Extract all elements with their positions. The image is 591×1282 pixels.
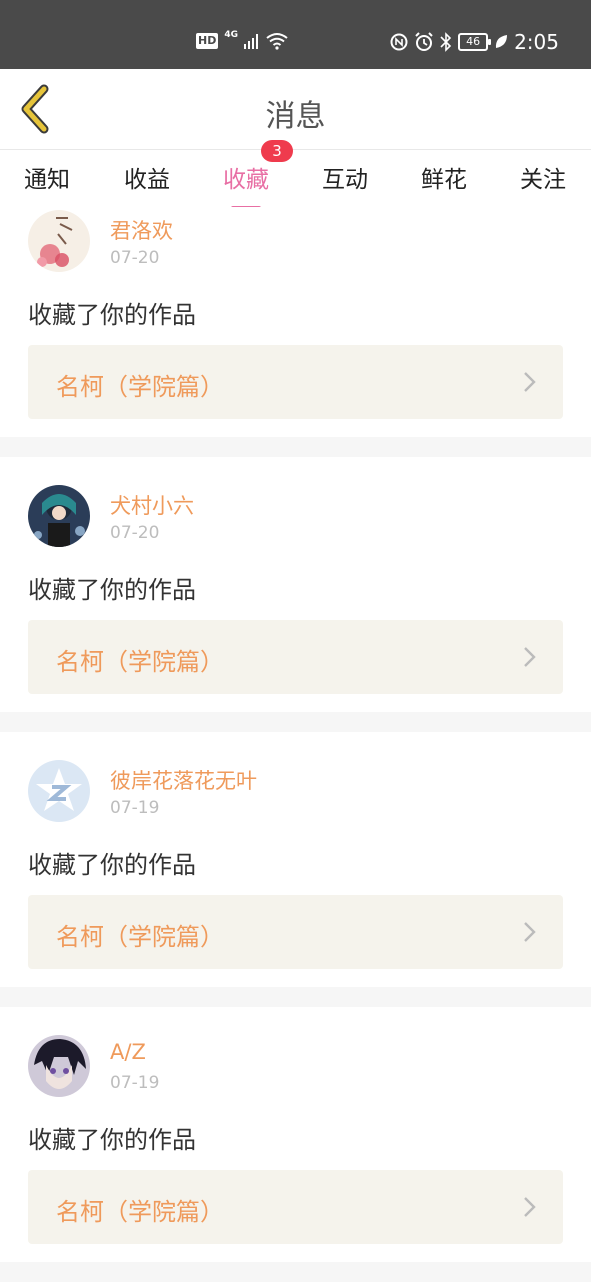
action-text: 收藏了你的作品 <box>28 301 196 329</box>
work-link[interactable]: 名柯（学院篇） <box>28 345 563 419</box>
user-name[interactable]: 君洛欢 <box>110 215 173 245</box>
signal-icon <box>244 34 258 49</box>
user-name[interactable]: A/Z <box>110 1040 146 1064</box>
list-item: 犬村小六 07-20 收藏了你的作品 名柯（学院篇） <box>0 457 591 712</box>
tab-favorites[interactable]: 收藏 3 <box>223 140 293 210</box>
divider <box>0 1262 591 1282</box>
message-date: 07-19 <box>110 1073 160 1093</box>
tab-label: 关注 <box>520 167 566 193</box>
action-text: 收藏了你的作品 <box>28 1126 196 1154</box>
chevron-right-icon <box>524 1197 536 1217</box>
chevron-right-icon <box>524 647 536 667</box>
tab-flowers[interactable]: 鲜花 <box>421 160 467 194</box>
message-date: 07-19 <box>110 798 160 818</box>
action-text: 收藏了你的作品 <box>28 851 196 879</box>
page-title: 消息 <box>265 99 326 134</box>
bluetooth-icon <box>440 32 452 52</box>
divider <box>0 712 591 732</box>
work-link[interactable]: 名柯（学院篇） <box>28 895 563 969</box>
leaf-icon <box>496 35 508 48</box>
nav-bar: 消息 <box>0 69 591 150</box>
nfc-icon <box>390 33 408 51</box>
hd-icon: HD <box>196 33 219 49</box>
tab-label: 鲜花 <box>421 167 467 193</box>
list-item: A/Z 07-19 收藏了你的作品 名柯（学院篇） <box>0 1007 591 1262</box>
message-list: 君洛欢 07-20 收藏了你的作品 名柯（学院篇） 犬村小六 07-20 收藏了… <box>0 207 591 1282</box>
message-date: 07-20 <box>110 248 160 268</box>
default-avatar-icon <box>28 760 90 822</box>
work-link[interactable]: 名柯（学院篇） <box>28 1170 563 1244</box>
tab-follow[interactable]: 关注 <box>520 160 566 194</box>
tab-bar: 通知 收益 收藏 3 互动 鲜花 关注 <box>0 140 591 210</box>
list-item: 君洛欢 07-20 收藏了你的作品 名柯（学院篇） <box>0 207 591 437</box>
avatar[interactable] <box>28 210 90 272</box>
network-type: 4G <box>224 30 238 40</box>
work-title: 名柯（学院篇） <box>56 648 224 676</box>
work-title: 名柯（学院篇） <box>56 373 224 401</box>
divider <box>0 437 591 457</box>
tab-interaction[interactable]: 互动 <box>322 160 368 194</box>
tab-label: 收益 <box>124 167 170 193</box>
chevron-right-icon <box>524 372 536 392</box>
tab-earnings[interactable]: 收益 <box>124 160 170 194</box>
work-title: 名柯（学院篇） <box>56 1198 224 1226</box>
avatar[interactable] <box>28 1035 90 1097</box>
avatar[interactable] <box>28 485 90 547</box>
unread-badge: 3 <box>261 140 293 162</box>
user-name[interactable]: 犬村小六 <box>110 490 194 520</box>
tab-notice[interactable]: 通知 <box>24 160 70 194</box>
status-right: 46 2:05 <box>390 30 559 54</box>
tab-label: 通知 <box>24 167 70 193</box>
status-left: HD 4G <box>196 30 288 50</box>
status-bar: HD 4G 46 2:05 <box>0 0 591 69</box>
battery-icon: 46 <box>458 33 492 51</box>
message-date: 07-20 <box>110 523 160 543</box>
tab-label: 收藏 <box>223 167 269 193</box>
user-name[interactable]: 彼岸花落花无叶 <box>110 765 257 795</box>
chevron-right-icon <box>524 922 536 942</box>
tab-label: 互动 <box>322 167 368 193</box>
clock: 2:05 <box>514 30 559 54</box>
list-item: 彼岸花落花无叶 07-19 收藏了你的作品 名柯（学院篇） <box>0 732 591 987</box>
wifi-icon <box>266 33 288 50</box>
work-link[interactable]: 名柯（学院篇） <box>28 620 563 694</box>
avatar[interactable] <box>28 760 90 822</box>
divider <box>0 987 591 1007</box>
alarm-icon <box>415 32 433 51</box>
action-text: 收藏了你的作品 <box>28 576 196 604</box>
work-title: 名柯（学院篇） <box>56 923 224 951</box>
